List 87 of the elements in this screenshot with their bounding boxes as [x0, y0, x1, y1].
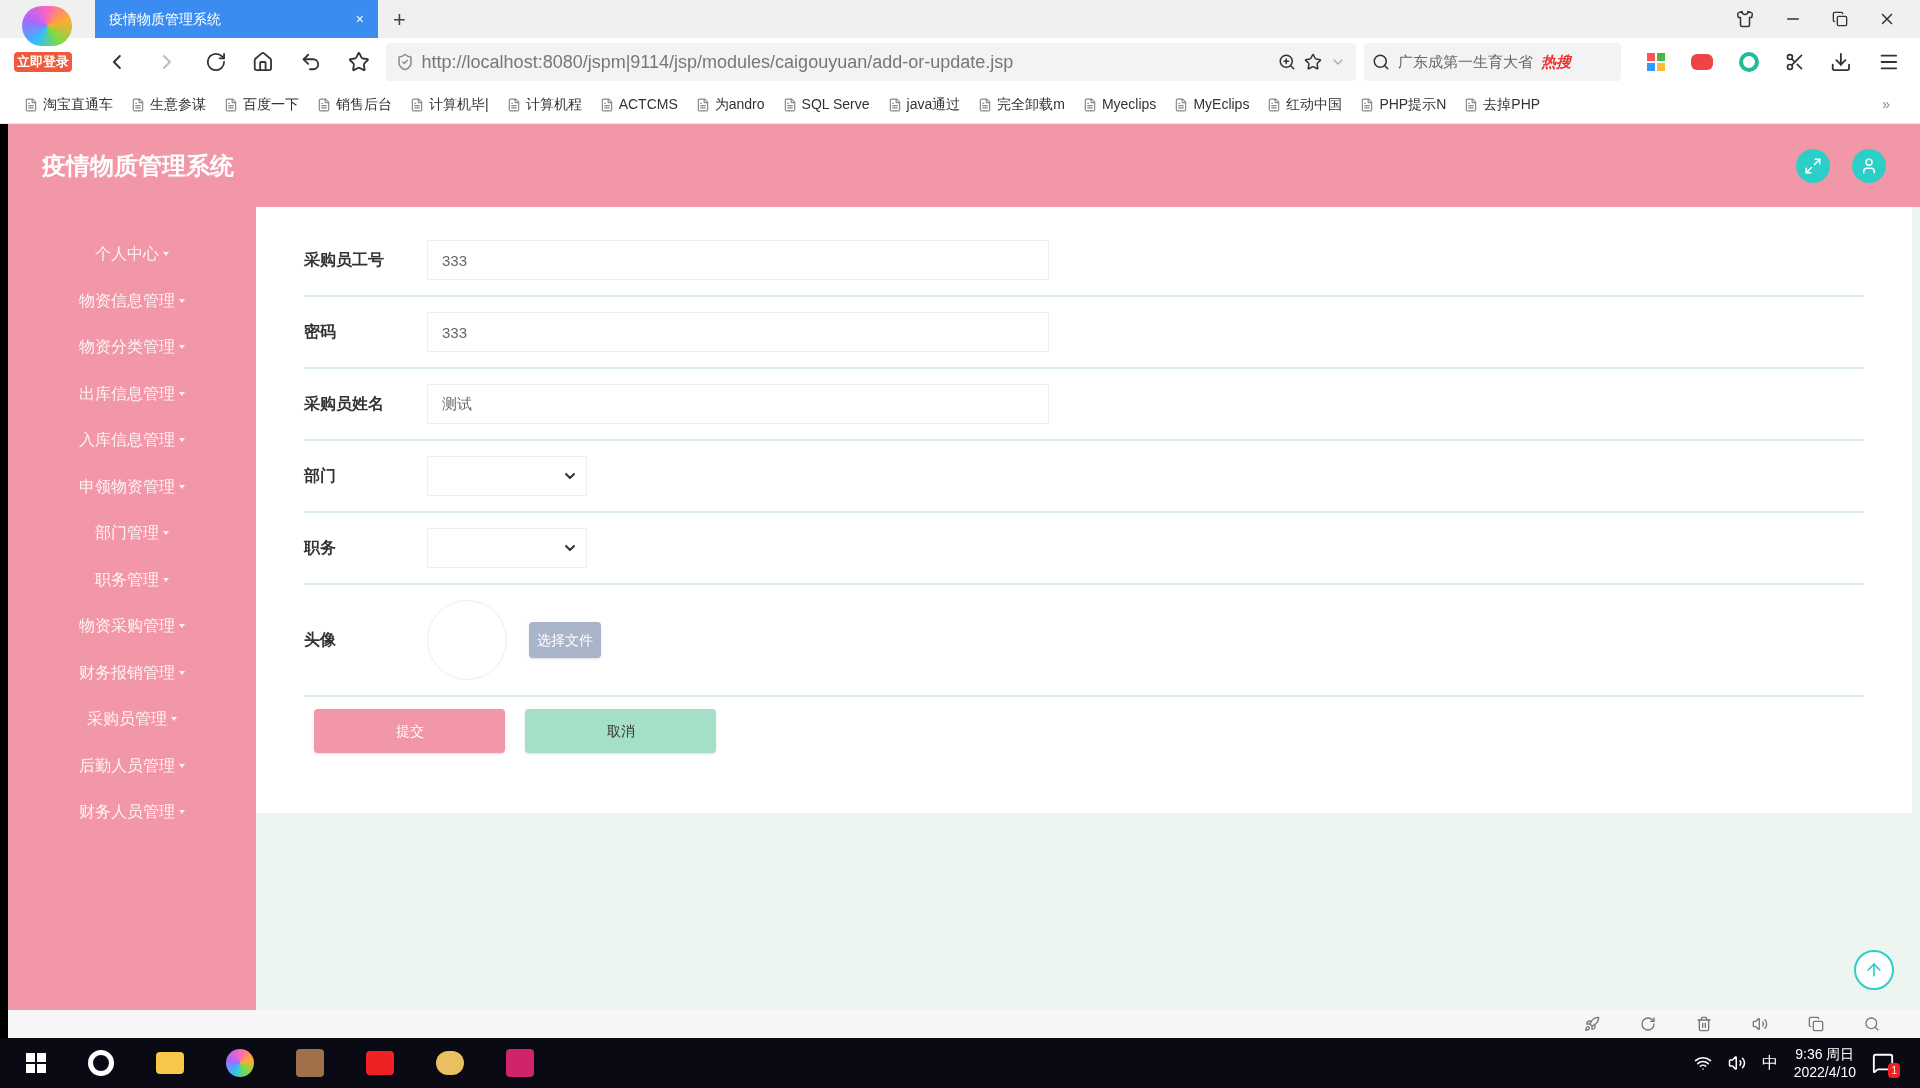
browser-logo-icon[interactable]: [22, 6, 72, 46]
scissors-icon[interactable]: [1784, 52, 1805, 72]
page-icon: [782, 97, 797, 112]
page-icon: [695, 97, 710, 112]
undo-icon[interactable]: [300, 51, 322, 73]
browser-icon[interactable]: [226, 1049, 254, 1077]
clock[interactable]: 9:36 周日 2022/4/10: [1793, 1045, 1856, 1081]
user-icon: [1860, 156, 1878, 175]
wifi-icon[interactable]: [1693, 1054, 1712, 1072]
bookmark-item[interactable]: 去掉PHP: [1464, 94, 1541, 115]
bookmark-item[interactable]: 百度一下: [224, 94, 299, 115]
star-icon[interactable]: [347, 51, 370, 73]
dropdown-field[interactable]: [427, 456, 587, 496]
page-icon: [1267, 97, 1282, 112]
field-label: 采购员姓名: [304, 394, 385, 414]
page-icon: [1464, 97, 1479, 112]
restore-icon[interactable]: [1832, 11, 1848, 27]
reload-icon[interactable]: [204, 51, 227, 73]
bookmark-item[interactable]: java通过: [887, 94, 961, 115]
speaker-icon[interactable]: [1727, 1054, 1746, 1072]
page-icon: [24, 97, 38, 112]
page-icon: [1082, 97, 1097, 112]
trash-icon[interactable]: [1696, 1016, 1712, 1032]
bookmark-item[interactable]: 计算机毕|: [410, 94, 489, 115]
refresh-icon[interactable]: [1640, 1016, 1656, 1032]
bookmark-star-icon[interactable]: [1303, 53, 1322, 71]
zoom-icon[interactable]: [1277, 53, 1296, 71]
fullscreen-icon: [1804, 156, 1822, 175]
page-icon: [887, 97, 902, 112]
app-title: 疫情物质管理系统: [42, 150, 234, 181]
notification-icon[interactable]: [1872, 1052, 1894, 1074]
page-icon: [317, 97, 331, 112]
search-icon: [1371, 53, 1390, 71]
bookmark-item[interactable]: Myeclips: [1082, 94, 1157, 115]
skin-icon[interactable]: [1736, 10, 1754, 28]
page-icon: [978, 97, 993, 112]
search-icon[interactable]: [1864, 1016, 1880, 1032]
page-icon: [506, 97, 521, 112]
login-badge[interactable]: 立即登录: [14, 52, 72, 72]
search-text: 广东成第一生育大省: [1397, 51, 1533, 72]
text-field[interactable]: 333: [427, 240, 1049, 280]
page-icon: [131, 97, 145, 112]
bookmark-item[interactable]: 为andro: [695, 94, 765, 115]
bookmark-item[interactable]: 淘宝直通车: [24, 94, 113, 115]
shield-icon: [395, 53, 414, 71]
new-tab-button[interactable]: +: [393, 2, 406, 36]
field-label: 采购员工号: [304, 250, 385, 270]
app-icon[interactable]: [436, 1051, 464, 1075]
bookmark-item[interactable]: 生意参谋: [131, 94, 206, 115]
dropdown-field[interactable]: [427, 528, 587, 568]
address-bar[interactable]: http://localhost:8080/jspm|9114/jsp/modules/caigouyuan/add-or-update.jsp: [385, 43, 1356, 81]
page-icon: [599, 97, 614, 112]
page-icon: [410, 97, 424, 112]
field-label: 职务: [304, 538, 337, 558]
download-icon[interactable]: [1830, 51, 1853, 73]
notification-count: 1: [1888, 1063, 1900, 1078]
text-field[interactable]: 333: [427, 312, 1049, 352]
home-icon[interactable]: [252, 51, 275, 73]
close-tab-button[interactable]: ×: [355, 8, 364, 30]
bookmark-item[interactable]: PHP提示N: [1360, 94, 1447, 115]
search-bar[interactable]: 广东成第一生育大省 热搜: [1363, 43, 1622, 81]
app-icon[interactable]: [88, 1050, 114, 1076]
rocket-icon[interactable]: [1584, 1016, 1600, 1032]
start-icon[interactable]: [26, 1053, 46, 1073]
url-text: http://localhost:8080/jspm|9114/jsp/modules/caigouyuan/add-or-update.jsp: [421, 50, 1015, 74]
ime-indicator[interactable]: 中: [1761, 1051, 1778, 1075]
page-icon: [224, 97, 238, 112]
volume-icon[interactable]: [1752, 1016, 1768, 1032]
hot-search-label: 热搜: [1540, 51, 1571, 72]
window-icon[interactable]: [1808, 1016, 1824, 1032]
field-label: 密码: [304, 322, 337, 342]
field-label: 部门: [304, 466, 337, 486]
bookmark-item[interactable]: MyEclips: [1174, 94, 1250, 115]
bookmark-item[interactable]: ACTCMS: [599, 94, 678, 115]
browser-tab[interactable]: 疫情物质管理系统 ×: [95, 0, 378, 38]
text-field[interactable]: 测试: [427, 384, 1049, 424]
more-bookmarks-button[interactable]: »: [1882, 94, 1890, 115]
apps-icon[interactable]: [1647, 53, 1665, 71]
bookmark-item[interactable]: 红动中国: [1267, 94, 1343, 115]
page-icon: [1360, 97, 1375, 112]
page-icon: [1174, 97, 1189, 112]
cancel-button[interactable]: 取消: [525, 709, 716, 753]
bookmark-item[interactable]: 销售后台: [317, 94, 392, 115]
bookmark-item[interactable]: 计算机程: [506, 94, 582, 115]
bookmark-item[interactable]: 完全卸载m: [978, 94, 1065, 115]
field-label: 头像: [304, 630, 337, 650]
bookmark-item[interactable]: SQL Serve: [782, 94, 870, 115]
